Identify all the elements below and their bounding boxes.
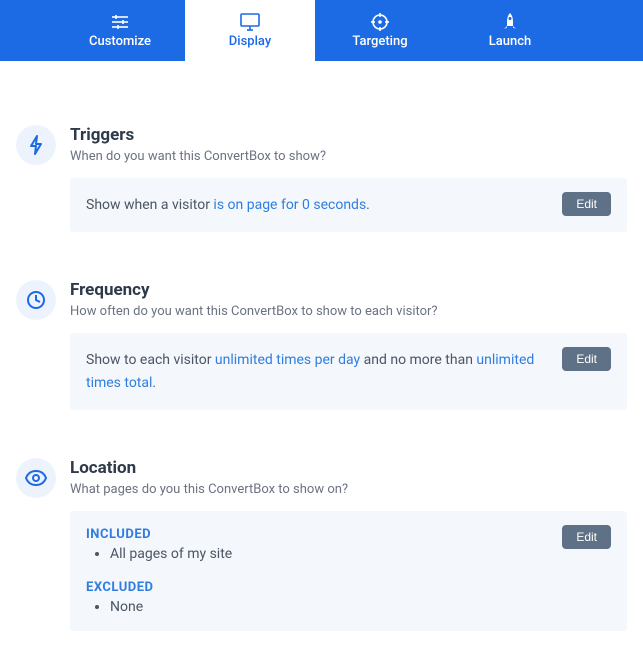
edit-button[interactable]: Edit	[562, 525, 611, 549]
section-title: Location	[70, 458, 627, 478]
tab-label: Display	[229, 34, 271, 49]
tab-targeting[interactable]: Targeting	[315, 0, 445, 61]
tab-launch[interactable]: Launch	[445, 0, 575, 61]
sliders-icon	[111, 13, 129, 31]
location-section: Location What pages do you this ConvertB…	[16, 458, 627, 631]
tab-label: Launch	[489, 34, 532, 49]
list-item: None	[110, 599, 611, 615]
bolt-icon	[16, 125, 56, 165]
excluded-list: None	[86, 599, 611, 615]
excluded-heading: EXCLUDED	[86, 580, 611, 595]
tab-bar: Customize Display Targeting	[0, 0, 643, 61]
tab-customize[interactable]: Customize	[55, 0, 185, 61]
eye-icon	[16, 458, 56, 498]
triggers-summary: Show when a visitor is on page for 0 sec…	[86, 194, 611, 216]
tab-display[interactable]: Display	[185, 0, 315, 61]
section-subtitle: What pages do you this ConvertBox to sho…	[70, 482, 627, 497]
edit-button[interactable]: Edit	[562, 192, 611, 216]
frequency-summary: Show to each visitor unlimited times per…	[86, 349, 611, 394]
tab-label: Targeting	[352, 34, 407, 49]
tab-label: Customize	[89, 34, 151, 49]
triggers-section: Triggers When do you want this ConvertBo…	[16, 125, 627, 232]
section-subtitle: When do you want this ConvertBox to show…	[70, 149, 627, 164]
list-item: All pages of my site	[110, 546, 611, 562]
location-card: Edit INCLUDED All pages of my site EXCLU…	[70, 511, 627, 631]
section-subtitle: How often do you want this ConvertBox to…	[70, 304, 627, 319]
section-title: Frequency	[70, 280, 627, 300]
edit-button[interactable]: Edit	[562, 347, 611, 371]
section-title: Triggers	[70, 125, 627, 145]
content-area: Triggers When do you want this ConvertBo…	[0, 61, 643, 661]
frequency-section: Frequency How often do you want this Con…	[16, 280, 627, 410]
frequency-per-day: unlimited times per day	[215, 352, 360, 368]
clock-icon	[16, 280, 56, 320]
trigger-value: is on page for 0 seconds	[213, 197, 366, 213]
triggers-card: Show when a visitor is on page for 0 sec…	[70, 178, 627, 232]
frequency-card: Show to each visitor unlimited times per…	[70, 333, 627, 410]
target-icon	[371, 13, 389, 31]
included-heading: INCLUDED	[86, 527, 611, 542]
monitor-icon	[240, 13, 260, 31]
rocket-icon	[502, 13, 518, 31]
included-list: All pages of my site	[86, 546, 611, 562]
